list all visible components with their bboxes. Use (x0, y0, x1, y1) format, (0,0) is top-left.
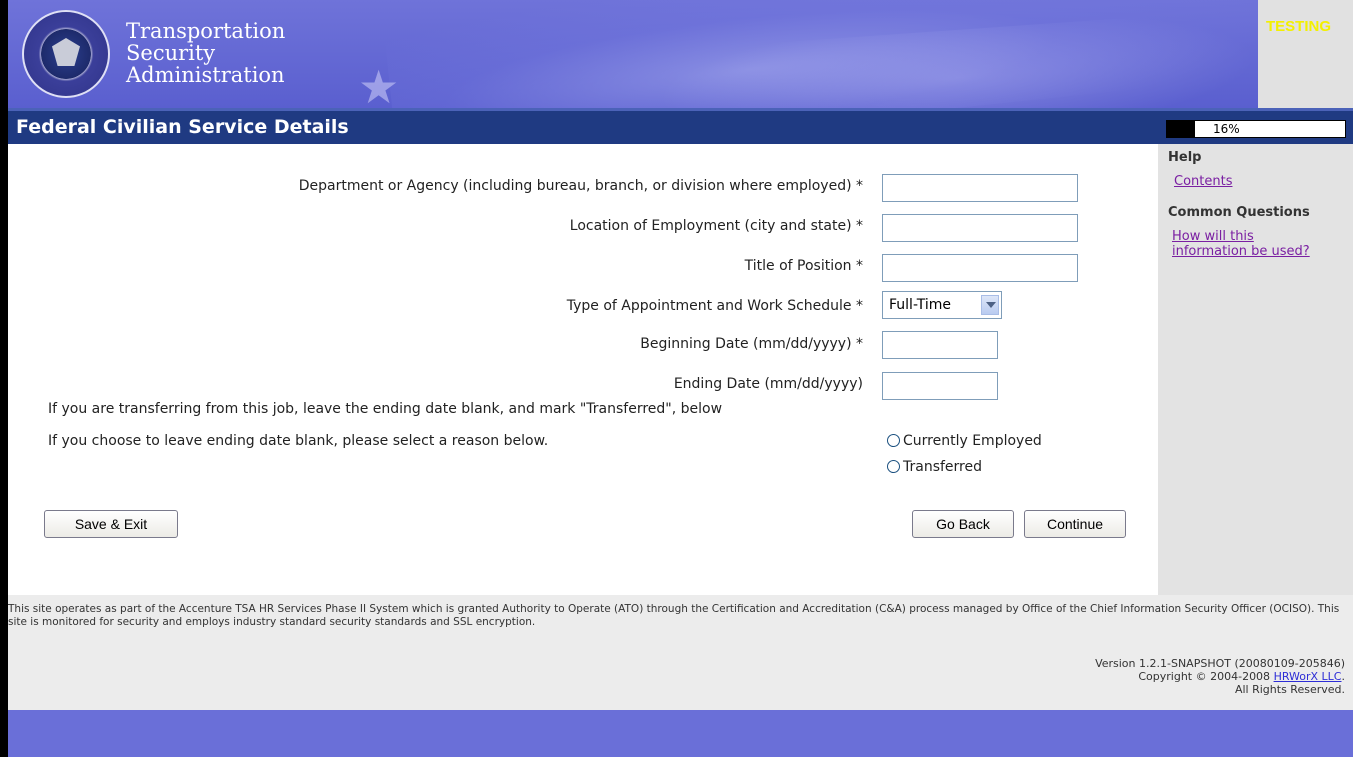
footer: This site operates as part of the Accent… (8, 595, 1353, 710)
page-title-bar: Federal Civilian Service Details 16% (8, 108, 1353, 144)
begin-date-input[interactable] (882, 331, 998, 359)
page-title: Federal Civilian Service Details (16, 116, 349, 138)
help-contents-link[interactable]: Contents (1174, 174, 1232, 189)
footer-version-block: Version 1.2.1-SNAPSHOT (20080109-205846)… (1095, 657, 1345, 696)
copyright-line: Copyright © 2004-2008 HRWorX LLC. (1095, 670, 1345, 683)
begin-date-label: Beginning Date (mm/dd/yyyy) * (640, 336, 863, 352)
location-input[interactable] (882, 214, 1078, 242)
org-name-line1: Transportation (126, 19, 286, 43)
position-title-input[interactable] (882, 254, 1078, 282)
radio-transferred-label: Transferred (903, 459, 982, 475)
continue-button[interactable]: Continue (1024, 510, 1126, 538)
end-date-label: Ending Date (mm/dd/yyyy) (673, 376, 863, 392)
go-back-button[interactable]: Go Back (912, 510, 1014, 538)
help-heading: Help (1168, 150, 1202, 165)
org-name-line2: Security (126, 41, 216, 65)
org-name: Transportation Security Administration (126, 20, 285, 86)
position-title-label: Title of Position * (744, 258, 863, 274)
version-text: Version 1.2.1-SNAPSHOT (20080109-205846) (1095, 657, 1345, 670)
progress-bar: 16% (1166, 120, 1346, 138)
org-name-line3: Administration (126, 63, 285, 87)
bottom-bar (8, 710, 1353, 757)
transfer-note: If you are transferring from this job, l… (48, 401, 723, 417)
appointment-label: Type of Appointment and Work Schedule * (566, 298, 863, 314)
rights-text: All Rights Reserved. (1234, 683, 1345, 696)
department-input[interactable] (882, 174, 1078, 202)
radio-transferred[interactable]: Transferred (887, 459, 982, 475)
testing-badge: TESTING (1258, 0, 1353, 108)
radio-currently-employed-label: Currently Employed (903, 433, 1042, 449)
appointment-select[interactable]: Full-Time (882, 291, 1002, 319)
save-exit-button[interactable]: Save & Exit (44, 510, 178, 538)
end-date-input[interactable] (882, 372, 998, 400)
department-label: Department or Agency (including bureau, … (298, 178, 863, 194)
common-questions-heading: Common Questions (1168, 205, 1310, 220)
radio-currently-employed[interactable]: Currently Employed (887, 433, 1042, 449)
copyright-suffix: . (1341, 670, 1346, 683)
copyright-prefix: Copyright © 2004-2008 (1138, 670, 1274, 683)
help-panel: Help Contents Common Questions How will … (1158, 144, 1353, 595)
radio-circle-icon[interactable] (887, 460, 900, 473)
header-banner: ★ Transportation Security Administration… (8, 0, 1353, 108)
progress-fill (1167, 121, 1196, 137)
question-link-info-usage[interactable]: How will this information be used? (1172, 229, 1322, 259)
blank-reason-note: If you choose to leave ending date blank… (48, 433, 549, 449)
chevron-down-icon[interactable] (981, 295, 999, 315)
appointment-selected-value: Full-Time (889, 297, 951, 313)
radio-circle-icon[interactable] (887, 434, 900, 447)
dhs-seal-icon (22, 10, 110, 98)
location-label: Location of Employment (city and state) … (569, 218, 863, 234)
testing-label: TESTING (1266, 18, 1332, 35)
hrworx-link[interactable]: HRWorX LLC (1274, 670, 1342, 683)
footer-legal-text: This site operates as part of the Accent… (8, 603, 1340, 628)
progress-label: 16% (1213, 122, 1240, 136)
star-icon: ★ (358, 60, 400, 108)
